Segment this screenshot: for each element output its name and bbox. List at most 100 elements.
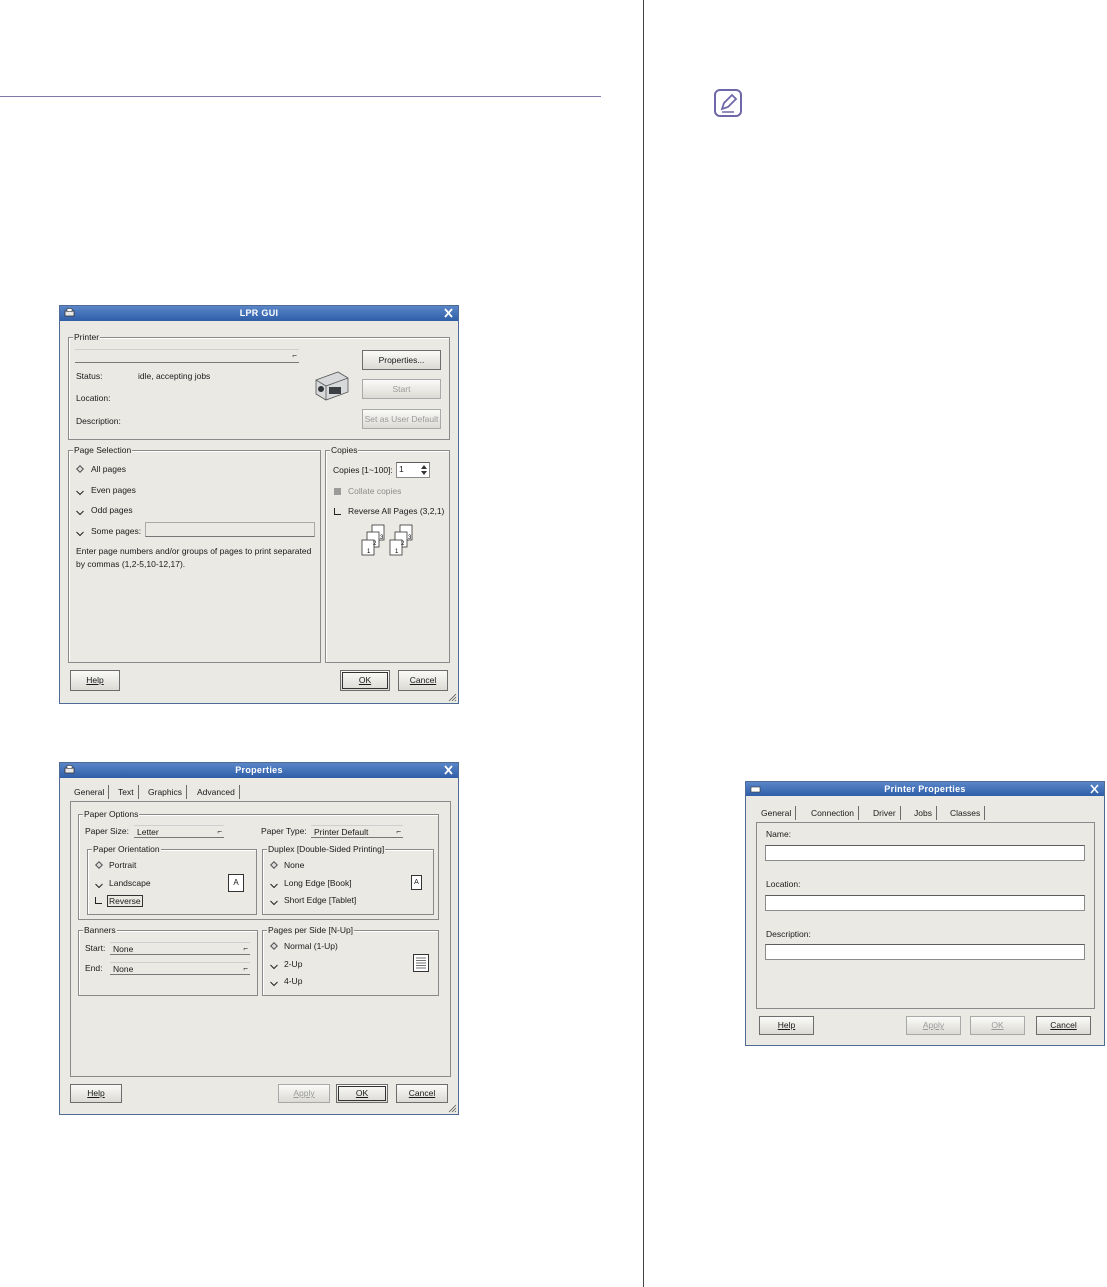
duplex-none-radio[interactable]: None	[284, 860, 304, 871]
cancel-button[interactable]: Cancel	[396, 1084, 448, 1103]
location-field[interactable]	[765, 895, 1085, 911]
duplex-long-edge-radio[interactable]: Long Edge [Book]	[284, 878, 352, 889]
apply-button[interactable]: Apply	[906, 1016, 961, 1035]
odd-pages-radio[interactable]: Odd pages	[91, 505, 133, 516]
duplex-short-edge-radio[interactable]: Short Edge [Tablet]	[284, 895, 356, 906]
window-menu-icon[interactable]	[750, 784, 761, 794]
status-value: idle, accepting jobs	[138, 371, 211, 381]
close-icon[interactable]	[1088, 783, 1101, 795]
all-pages-radio[interactable]: All pages	[91, 464, 126, 475]
banner-end-value: None	[113, 964, 134, 974]
tab-general[interactable]: General	[757, 806, 797, 820]
copies-frame: Copies Copies [1~100]: 1 Collate copies …	[325, 445, 450, 663]
copies-spinbox[interactable]: 1	[396, 462, 430, 478]
nup-2-radio[interactable]: 2-Up	[284, 959, 302, 970]
banner-end-select[interactable]: None ⌐	[110, 962, 250, 975]
radio-unselected-icon[interactable]	[270, 979, 278, 987]
lpr-gui-titlebar: LPR GUI	[60, 306, 458, 321]
reverse-orientation-label: Reverse	[107, 895, 143, 907]
duplex-preview-icon: A	[411, 875, 422, 890]
apply-button[interactable]: Apply	[278, 1084, 330, 1103]
start-button[interactable]: Start	[362, 379, 441, 399]
paper-options-legend: Paper Options	[83, 809, 140, 820]
reverse-checkbox[interactable]	[334, 508, 341, 515]
page-selection-legend: Page Selection	[73, 445, 133, 456]
radio-selected-icon[interactable]	[270, 861, 278, 869]
help-button[interactable]: Help	[759, 1016, 814, 1035]
landscape-radio[interactable]: Landscape	[109, 878, 151, 889]
tab-graphics[interactable]: Graphics	[144, 785, 188, 799]
tab-advanced[interactable]: Advanced	[193, 785, 240, 799]
orientation-preview-icon: A	[228, 874, 244, 892]
apply-button-label: Apply	[922, 1020, 945, 1030]
name-field[interactable]	[765, 845, 1085, 861]
properties-window: Properties General Text Graphics Advance…	[59, 762, 459, 1115]
radio-unselected-icon[interactable]	[76, 488, 84, 496]
collate-checkbox[interactable]	[334, 488, 341, 495]
close-icon[interactable]	[442, 307, 455, 319]
cancel-button-label: Cancel	[409, 675, 437, 685]
paper-size-select[interactable]: Letter ⌐	[134, 825, 224, 838]
copies-legend: Copies	[330, 445, 359, 456]
status-label: Status:	[76, 371, 103, 381]
page-hint-line1: Enter page numbers and/or groups of page…	[76, 546, 312, 556]
printer-app-icon	[64, 765, 75, 774]
spin-arrows-icon[interactable]	[420, 463, 428, 477]
help-button[interactable]: Help	[70, 670, 120, 691]
help-button[interactable]: Help	[70, 1084, 122, 1103]
tab-driver[interactable]: Driver	[869, 806, 901, 820]
tab-text[interactable]: Text	[114, 785, 139, 799]
paper-type-value: Printer Default	[314, 827, 369, 837]
ok-button[interactable]: OK	[336, 1084, 388, 1103]
paper-options-frame: Paper Options Paper Size: Letter ⌐ Paper …	[78, 809, 439, 920]
banners-frame: Banners Start: None ⌐ End: None ⌐	[78, 925, 258, 996]
some-pages-input[interactable]	[145, 522, 315, 537]
radio-unselected-icon[interactable]	[95, 881, 103, 889]
tab-jobs[interactable]: Jobs	[910, 806, 937, 820]
ok-button[interactable]: OK	[970, 1016, 1025, 1035]
nup-preview-icon	[413, 954, 429, 972]
collate-preview-icon: 321 321	[361, 524, 413, 556]
set-as-user-default-button[interactable]: Set as User Default	[362, 409, 441, 429]
cancel-button[interactable]: Cancel	[398, 670, 448, 691]
tab-classes[interactable]: Classes	[946, 806, 986, 820]
radio-unselected-icon[interactable]	[270, 962, 278, 970]
page-selection-frame: Page Selection All pages Even pages Odd …	[68, 445, 321, 663]
printer-app-icon	[64, 308, 75, 317]
nup-normal-radio[interactable]: Normal (1-Up)	[284, 941, 338, 952]
banner-start-select[interactable]: None ⌐	[110, 942, 250, 955]
radio-selected-icon[interactable]	[95, 861, 103, 869]
portrait-radio[interactable]: Portrait	[109, 860, 136, 871]
paper-type-label: Paper Type:	[261, 826, 307, 836]
close-icon[interactable]	[442, 764, 455, 776]
printer-properties-title: Printer Properties	[884, 784, 966, 794]
tab-connection[interactable]: Connection	[807, 806, 860, 820]
radio-unselected-icon[interactable]	[270, 881, 278, 889]
reverse-orientation-checkbox[interactable]	[95, 897, 102, 904]
properties-button[interactable]: Properties...	[362, 350, 441, 370]
resize-grip-icon[interactable]	[447, 1103, 457, 1113]
radio-unselected-icon[interactable]	[76, 508, 84, 516]
printer-properties-titlebar: Printer Properties	[746, 782, 1104, 796]
printer-select[interactable]: ⌐	[75, 349, 299, 363]
note-icon	[714, 89, 742, 117]
cancel-button[interactable]: Cancel	[1036, 1016, 1091, 1035]
paper-type-select[interactable]: Printer Default ⌐	[311, 825, 403, 838]
ok-button-label: OK	[358, 675, 372, 685]
paper-orientation-frame: Paper Orientation Portrait Landscape Rev…	[87, 844, 257, 915]
cancel-button-label: Cancel	[1050, 1020, 1077, 1030]
radio-selected-icon[interactable]	[270, 942, 278, 950]
even-pages-radio[interactable]: Even pages	[91, 485, 136, 496]
description-field[interactable]	[765, 944, 1085, 960]
resize-grip-icon[interactable]	[447, 692, 457, 702]
radio-unselected-icon[interactable]	[76, 529, 84, 537]
tab-general[interactable]: General	[70, 785, 110, 799]
header-rule	[0, 96, 601, 97]
some-pages-radio[interactable]: Some pages:	[91, 526, 141, 537]
copies-value: 1	[399, 464, 404, 474]
reverse-label: Reverse All Pages (3,2,1)	[348, 506, 445, 516]
radio-selected-icon[interactable]	[76, 465, 84, 473]
ok-button[interactable]: OK	[340, 670, 390, 691]
radio-unselected-icon[interactable]	[270, 898, 278, 906]
nup-4-radio[interactable]: 4-Up	[284, 976, 302, 987]
